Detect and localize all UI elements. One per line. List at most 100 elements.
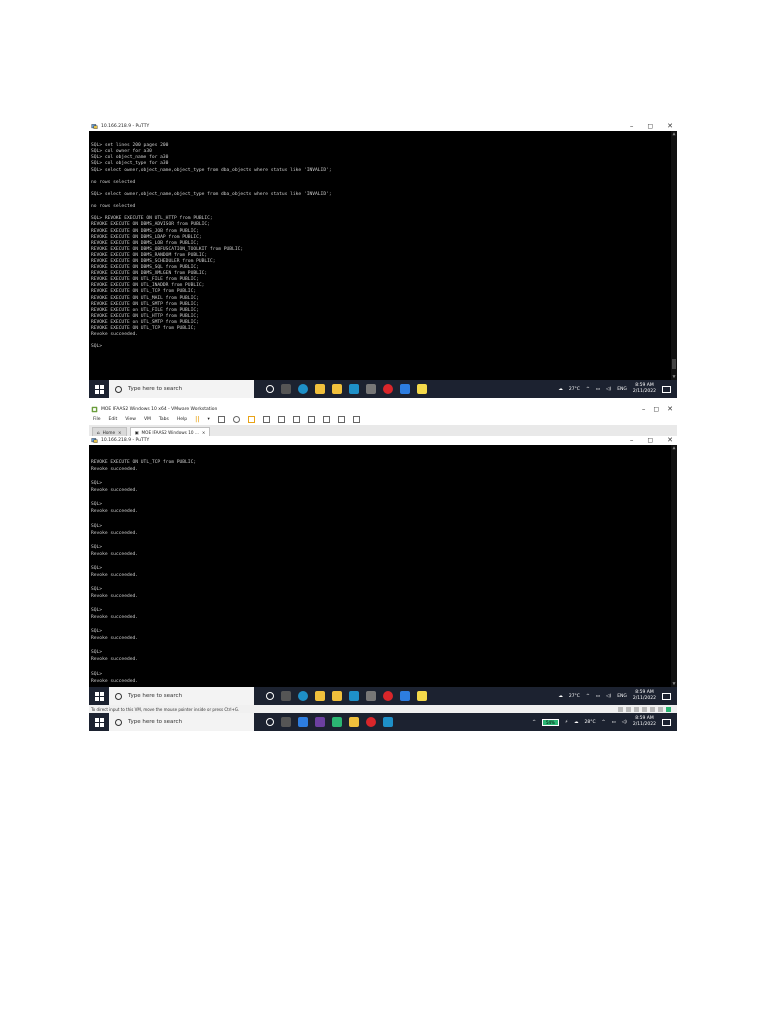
cortana-icon[interactable]	[266, 718, 274, 726]
tray-chevron-icon[interactable]: ^	[586, 387, 590, 392]
network-adapter-icon[interactable]	[634, 706, 639, 712]
network-icon[interactable]: ▭	[596, 387, 600, 392]
snapshot-icon[interactable]	[232, 416, 240, 423]
power-icon[interactable]: ⚡	[565, 720, 568, 725]
start-button[interactable]	[89, 687, 109, 705]
notification-icon[interactable]	[662, 385, 671, 393]
stretch-guest-icon[interactable]	[322, 416, 330, 423]
cortana-icon[interactable]	[266, 385, 274, 393]
mail-icon[interactable]	[349, 691, 359, 701]
scroll-up-icon[interactable]: ▲	[671, 131, 677, 137]
snapshot-manager-icon[interactable]	[262, 416, 270, 423]
close-button[interactable]: ✕	[667, 121, 673, 131]
battery-indicator[interactable]: 54%	[541, 718, 559, 726]
volume-icon[interactable]: ◁)	[622, 720, 627, 725]
tab-home[interactable]: ⌂ Home ×	[92, 427, 127, 436]
notification-icon[interactable]	[662, 718, 671, 726]
maximize-button[interactable]: ◻	[647, 121, 653, 131]
folder-icon[interactable]	[332, 691, 342, 701]
vmware-minimize-button[interactable]: –	[642, 404, 646, 414]
unity-icon[interactable]	[292, 416, 300, 423]
terminal-output[interactable]: SQL> set lines 200 pages 200 SQL> col own…	[89, 131, 677, 380]
scrollbar[interactable]: ▲ ▼	[671, 131, 677, 380]
putty-maximize-button[interactable]: ◻	[647, 436, 653, 445]
tab-vm[interactable]: ▣ MOE IFAAS2 Windows 10 ... ×	[129, 427, 211, 436]
host-start-button[interactable]	[89, 713, 109, 731]
task-view-icon[interactable]	[281, 384, 291, 394]
menu-help[interactable]: Help	[177, 417, 187, 422]
close-tab-icon[interactable]: ×	[118, 430, 122, 435]
view-options-icon[interactable]	[352, 416, 360, 423]
minimize-button[interactable]: –	[630, 121, 634, 131]
usb-icon[interactable]	[642, 706, 647, 712]
network-icon[interactable]: ▭	[611, 720, 615, 725]
terminal-output[interactable]: REVOKE EXECUTE ON UTL_TCP from PUBLIC; Re…	[89, 445, 677, 687]
close-tab-icon[interactable]: ×	[202, 430, 206, 435]
task-view-icon[interactable]	[281, 717, 291, 727]
cd-icon[interactable]	[626, 706, 631, 712]
weather-icon[interactable]: ☁	[574, 720, 579, 725]
chrome-icon[interactable]	[366, 717, 376, 727]
vmware-taskbar-icon[interactable]	[332, 717, 342, 727]
edge-icon[interactable]	[298, 384, 308, 394]
chrome-icon[interactable]	[383, 691, 393, 701]
console-view-icon[interactable]	[337, 416, 345, 423]
clock[interactable]: 8:59 AM 2/11/2022	[633, 690, 656, 702]
start-button[interactable]	[89, 380, 109, 398]
language-indicator[interactable]: ENG	[617, 387, 627, 392]
language-indicator[interactable]: ENG	[617, 694, 627, 699]
messages-icon[interactable]	[666, 706, 671, 712]
file-explorer-icon[interactable]	[315, 384, 325, 394]
scroll-up-icon[interactable]: ▲	[671, 445, 677, 451]
file-explorer-icon[interactable]	[315, 691, 325, 701]
tray-chevron-icon[interactable]: ^	[586, 694, 590, 699]
putty-taskbar-icon[interactable]	[366, 384, 376, 394]
putty-taskbar-icon[interactable]	[366, 691, 376, 701]
pause-dropdown-icon[interactable]: ▾	[208, 417, 210, 422]
tray-chevron-icon[interactable]: ^	[602, 720, 606, 725]
edge-icon[interactable]	[298, 691, 308, 701]
notification-icon[interactable]	[662, 692, 671, 700]
menu-file[interactable]: File	[93, 417, 101, 422]
scrollbar[interactable]: ▲ ▼	[671, 445, 677, 687]
weather-icon[interactable]: ☁	[558, 694, 563, 699]
full-screen-icon[interactable]	[277, 416, 285, 423]
host-clock[interactable]: 8:59 AM 2/11/2022	[633, 716, 656, 728]
weather-temp[interactable]: 27°C	[569, 387, 580, 392]
notepad-icon[interactable]	[417, 384, 427, 394]
network-icon[interactable]: ▭	[596, 694, 600, 699]
send-ctrl-alt-del-icon[interactable]	[217, 416, 225, 423]
revert-snapshot-icon[interactable]	[247, 416, 255, 423]
host-taskbar-search-box[interactable]: Type here to search	[109, 713, 254, 731]
menu-edit[interactable]: Edit	[109, 417, 118, 422]
chrome-icon[interactable]	[383, 384, 393, 394]
sound-icon[interactable]	[650, 706, 655, 712]
menu-view[interactable]: View	[125, 417, 136, 422]
remote-desktop-icon[interactable]	[400, 691, 410, 701]
display-icon[interactable]	[658, 706, 663, 712]
weather-temp[interactable]: 27°C	[569, 694, 580, 699]
putty-close-button[interactable]: ✕	[667, 436, 673, 445]
cortana-icon[interactable]	[266, 692, 274, 700]
fit-guest-icon[interactable]	[307, 416, 315, 423]
file-explorer-icon[interactable]	[349, 717, 359, 727]
putty-minimize-button[interactable]: –	[630, 436, 634, 445]
mail-icon[interactable]	[349, 384, 359, 394]
weather-icon[interactable]: ☁	[558, 387, 563, 392]
taskbar-search-box[interactable]: Type here to search	[109, 380, 254, 398]
tray-chevron-icon[interactable]: ^	[532, 720, 536, 725]
vmware-close-button[interactable]: ✕	[667, 404, 673, 414]
notepad-icon[interactable]	[417, 691, 427, 701]
task-view-icon[interactable]	[281, 691, 291, 701]
hdd-icon[interactable]	[618, 706, 623, 712]
vmware-maximize-button[interactable]: ◻	[653, 404, 659, 414]
folder-icon[interactable]	[332, 384, 342, 394]
menu-tabs[interactable]: Tabs	[159, 417, 169, 422]
volume-icon[interactable]: ◁)	[606, 694, 611, 699]
remote-desktop-icon[interactable]	[400, 384, 410, 394]
outlook-icon[interactable]	[383, 717, 393, 727]
pause-icon[interactable]: ||	[195, 416, 199, 423]
weather-temp[interactable]: 28°C	[585, 720, 596, 725]
clock[interactable]: 8:59 AM 2/11/2022	[633, 383, 656, 395]
remote-desktop-icon[interactable]	[298, 717, 308, 727]
